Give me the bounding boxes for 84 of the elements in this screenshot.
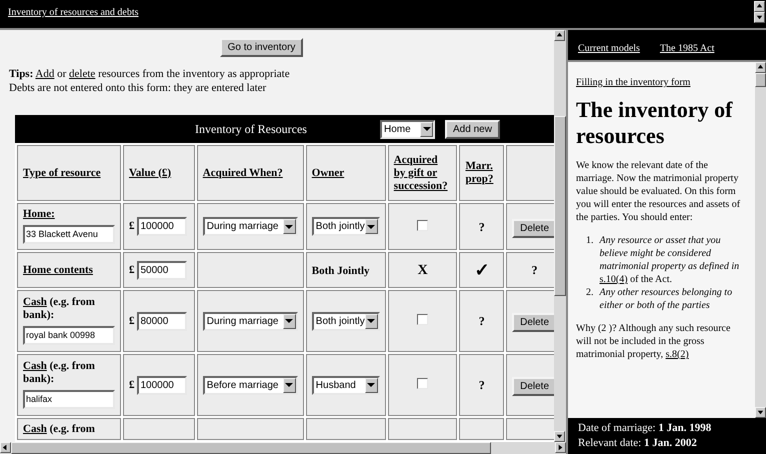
scroll-down-button[interactable]	[754, 12, 765, 23]
caret-icon	[282, 314, 296, 328]
currency-symbol: £	[129, 262, 134, 278]
resource-type-label: Cash (e.g. from	[23, 422, 96, 436]
value-field[interactable]: 100000	[136, 217, 186, 236]
scroll-down-button[interactable]	[554, 431, 565, 442]
debts-note: Debts are not entered onto this form: they are entered later	[9, 81, 268, 95]
resource-type-link[interactable]: Home:	[23, 208, 55, 220]
delete-link[interactable]: delete	[69, 68, 96, 80]
resource-type-link[interactable]: Cash	[23, 422, 47, 434]
list-number: 1.	[586, 234, 594, 248]
scrollbar-thumb[interactable]	[11, 442, 491, 454]
scroll-down-button[interactable]	[755, 407, 766, 418]
resource-type-link[interactable]: Cash	[23, 296, 47, 308]
description-field[interactable]: 33 Blackett Avenu	[23, 224, 115, 244]
list-item-text: Any resource or asset that you believe might be considered matrimonial property as defined in s.10(4) of the Act.	[600, 234, 740, 286]
dropdown[interactable]: Home	[380, 120, 435, 138]
delete-button[interactable]: Delete	[512, 218, 554, 238]
page-title-link[interactable]: Inventory of resources and debts	[8, 5, 139, 20]
dropdown[interactable]: Both jointly	[312, 312, 380, 330]
caret-icon	[282, 219, 296, 234]
caret-icon	[364, 378, 378, 392]
currency-symbol: £	[129, 314, 134, 329]
dropdown[interactable]: Both jointly	[312, 217, 380, 236]
marital-property-mark: ✓	[474, 260, 490, 280]
value-field[interactable]: 100000	[136, 376, 186, 394]
nav-link[interactable]: Current models	[578, 40, 640, 56]
scroll-left-button[interactable]	[0, 442, 11, 453]
gift-mark: X	[418, 263, 428, 278]
scrollbar-thumb[interactable]	[755, 73, 766, 87]
currency-symbol: £	[129, 219, 134, 234]
value-field[interactable]: 80000	[136, 312, 186, 330]
date-info: Date of marriage: 1 Jan. 1998	[578, 421, 712, 436]
intro-paragraph: We know the relevant date of the marriage. Now the matrimonial property value should be evaluated. On this form you will enter the resources and assets of the parties. You should enter:	[576, 159, 742, 224]
vertical-scrollbar[interactable]	[554, 30, 566, 442]
delete-button[interactable]: Delete	[512, 313, 554, 332]
marital-property-mark: ?	[478, 314, 485, 328]
list-item-text: Any other resources belonging to either or both of the parties	[600, 286, 734, 312]
marital-property-mark: ?	[478, 378, 485, 392]
caret-icon	[364, 314, 378, 328]
scrollbar-thumb[interactable]	[554, 116, 566, 296]
scroll-up-button[interactable]	[754, 1, 765, 12]
add-new-button[interactable]: Add new	[445, 120, 500, 138]
caret-icon	[364, 219, 378, 234]
dropdown[interactable]: During marriage	[202, 312, 298, 330]
description-field[interactable]: royal bank 00998	[23, 326, 115, 344]
why-paragraph: Why (2 )? Although any such resource will not be included in the gross matrimonial property, s.8(2)	[576, 322, 732, 361]
table-title: Inventory of Resources	[195, 121, 308, 138]
column-header-link[interactable]: Value (£)	[129, 166, 189, 180]
delete-button[interactable]: Delete	[512, 377, 554, 396]
breadcrumb-link[interactable]: Filling in the inventory form	[576, 77, 690, 88]
gift-checkbox[interactable]	[417, 220, 428, 230]
arrow-icon	[756, 408, 765, 417]
caret-icon	[282, 378, 296, 392]
caret-icon	[420, 122, 433, 136]
resource-type-label: Cash (e.g. from bank):	[23, 296, 96, 322]
add-link[interactable]: Add	[35, 68, 54, 80]
dropdown[interactable]: Before marriage	[202, 376, 298, 394]
go-to-inventory-button[interactable]: Go to inventory	[220, 38, 304, 57]
value-field[interactable]: 50000	[136, 260, 186, 280]
section-link[interactable]: s.8(2)	[666, 349, 689, 360]
owner-text: Both Jointly	[312, 265, 370, 277]
scroll-up-button[interactable]	[755, 62, 766, 73]
dropdown[interactable]: During marriage	[202, 217, 298, 236]
section-link[interactable]: s.10(4)	[600, 274, 628, 285]
description-field[interactable]: halifax	[23, 390, 115, 408]
date-info: Relevant date: 1 Jan. 2002	[578, 436, 698, 451]
resource-type-link[interactable]: Cash	[23, 360, 47, 372]
resource-type-label: Cash (e.g. from bank):	[23, 360, 96, 386]
scroll-up-button[interactable]	[554, 30, 565, 41]
vertical-scrollbar[interactable]	[755, 62, 766, 418]
gift-checkbox[interactable]	[417, 378, 428, 389]
status-text: ?	[532, 263, 538, 277]
tips-text: Tips: Add or delete resources from the inventory as appropriate	[9, 67, 291, 81]
nav-link[interactable]: The 1985 Act	[660, 40, 714, 56]
column-header-link[interactable]: Owner	[312, 166, 380, 180]
gift-checkbox[interactable]	[417, 314, 428, 325]
panel-heading: The inventory of resources	[576, 97, 734, 149]
marital-property-mark: ?	[478, 220, 485, 234]
list-number: 2.	[586, 286, 594, 300]
scroll-right-button[interactable]	[555, 442, 566, 453]
horizontal-scrollbar[interactable]	[0, 442, 566, 454]
dropdown[interactable]: Husband	[312, 376, 380, 394]
currency-symbol: £	[129, 378, 134, 393]
